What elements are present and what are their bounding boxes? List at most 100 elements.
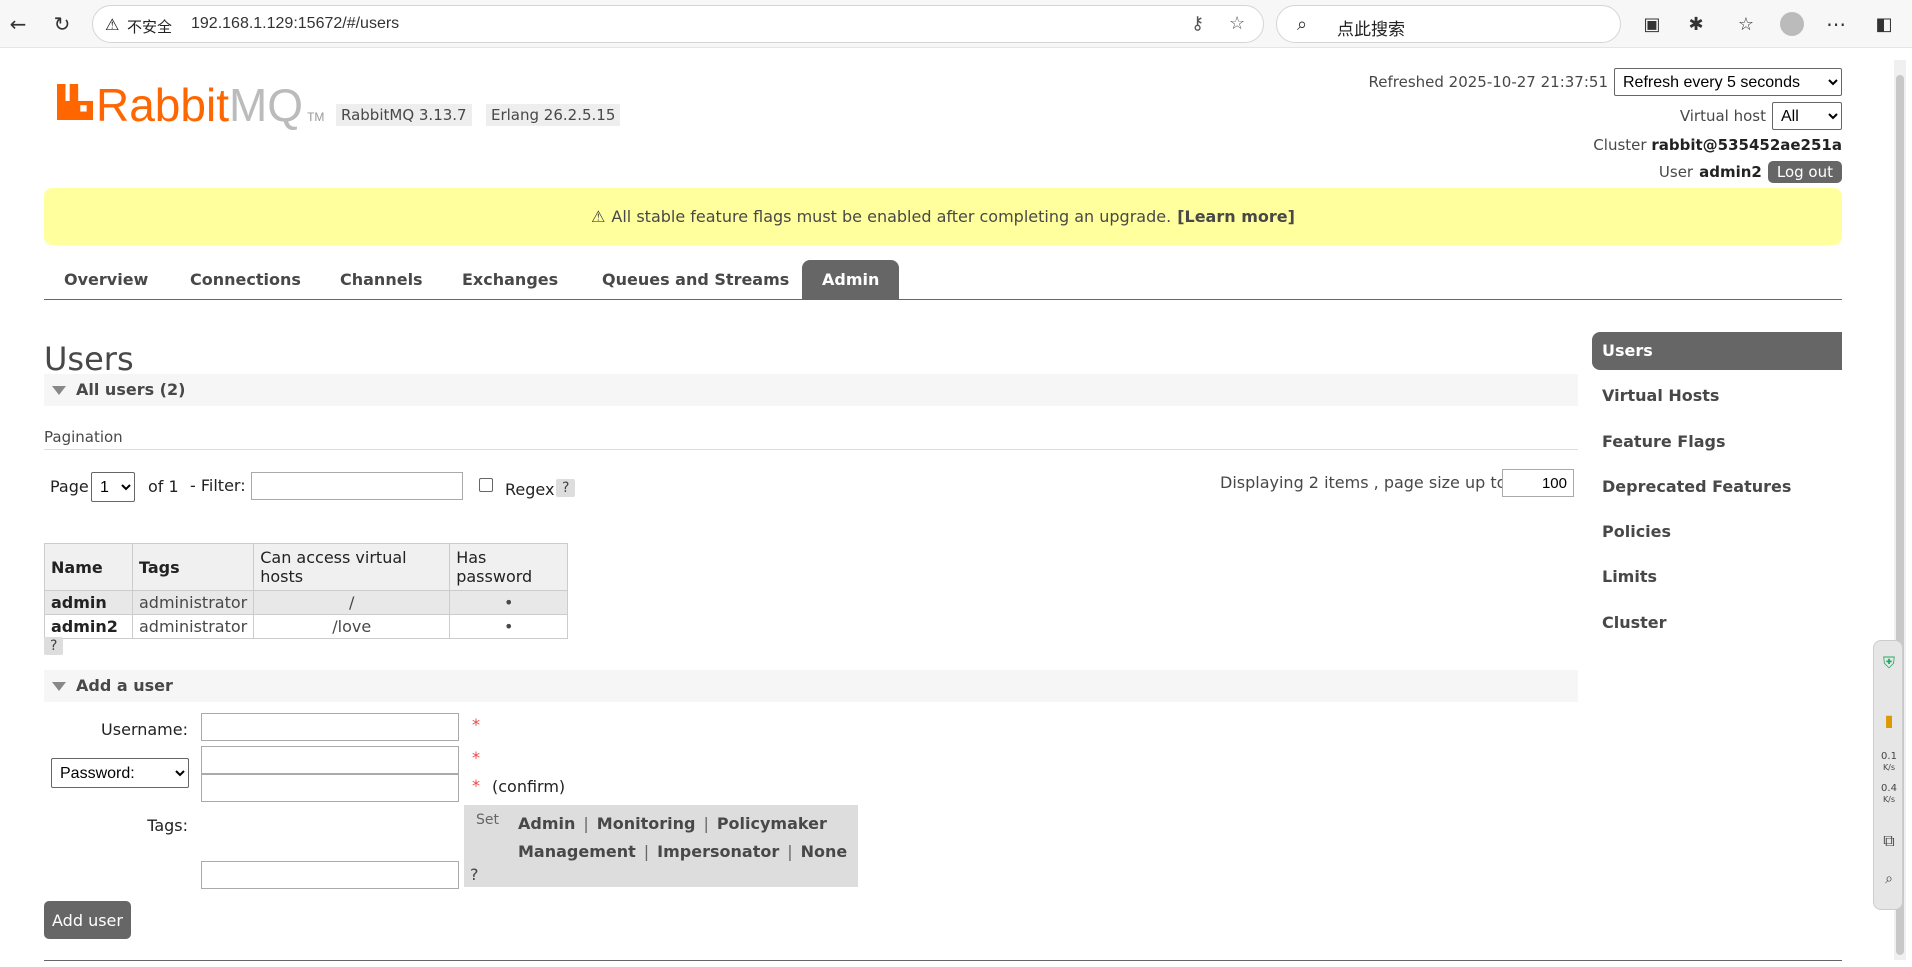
confirm-required-marker: * (472, 776, 480, 795)
footer-divider (44, 960, 1842, 961)
tag-policymaker-link[interactable]: Policymaker (717, 814, 827, 833)
tag-management-link[interactable]: Management (518, 842, 636, 861)
logo-tm-text: TM (307, 110, 325, 124)
sidebar-item-deprecated-features[interactable]: Deprecated Features (1592, 468, 1842, 506)
regex-checkbox[interactable] (479, 478, 493, 492)
col-name[interactable]: Name (44, 543, 133, 591)
key-icon[interactable]: ⚷ (1191, 13, 1204, 34)
cluster-value: rabbit@535452ae251a (1651, 136, 1842, 154)
download-unit: K/s (1882, 795, 1896, 804)
favorite-star-icon[interactable]: ☆ (1229, 13, 1245, 34)
sidebar-toggle-icon[interactable]: ◧ (1868, 8, 1900, 40)
vhost-label: Virtual host (1679, 107, 1766, 125)
rabbitmq-version-badge: RabbitMQ 3.13.7 (336, 104, 472, 126)
col-tags[interactable]: Tags (131, 543, 255, 591)
tag-none-link[interactable]: None (801, 842, 848, 861)
tags-label: Tags: (147, 816, 188, 835)
separator: | (703, 814, 709, 833)
main-tabs: Overview Connections Channels Exchanges … (44, 260, 1842, 300)
page-size-input[interactable] (1502, 469, 1574, 497)
reload-icon[interactable]: ↻ (46, 8, 78, 40)
user-name-link[interactable]: admin (44, 590, 133, 615)
sidebar-item-policies[interactable]: Policies (1592, 513, 1842, 551)
table-row[interactable]: admin administrator / • (44, 590, 569, 615)
pagination-divider (44, 449, 1578, 450)
insecure-label[interactable]: 不安全 (127, 16, 172, 37)
rabbitmq-logo: RabbitMQ TM (96, 78, 324, 132)
col-can-access-vhosts[interactable]: Can access virtual hosts (253, 543, 451, 591)
tag-monitoring-link[interactable]: Monitoring (597, 814, 696, 833)
network-speed-widget[interactable]: ⛨ ▮ 0.1 K/s 0.4 K/s ⧉ ⌕ (1873, 640, 1903, 910)
password-confirm-input[interactable] (201, 774, 459, 802)
learn-more-link[interactable]: [Learn more] (1177, 207, 1295, 226)
confirm-label: (confirm) (492, 777, 566, 796)
shield-icon: ⛨ (1882, 653, 1895, 672)
logout-button[interactable]: Log out (1767, 161, 1842, 183)
page-of-label: of 1 (148, 477, 179, 496)
regex-label: Regex (505, 480, 555, 499)
separator: | (643, 842, 650, 861)
tags-help-button[interactable]: ? (470, 865, 479, 884)
zoom-icon[interactable]: ⌕ (1874, 871, 1904, 887)
add-user-section-header[interactable]: Add a user (44, 670, 1578, 702)
browser-search[interactable]: ⌕ 点此搜索 (1276, 5, 1621, 43)
upload-speed: 0.1 (1881, 751, 1897, 762)
tags-input[interactable] (201, 861, 459, 889)
all-users-section-header[interactable]: All users (2) (44, 374, 1578, 406)
password-type-select[interactable]: Password: (51, 758, 189, 788)
back-icon[interactable]: ← (2, 8, 34, 40)
sidebar-item-users[interactable]: Users (1592, 332, 1842, 370)
add-user-label: Add a user (76, 676, 173, 695)
vhost-select[interactable]: All (1772, 102, 1842, 130)
url-text[interactable]: 192.168.1.129:15672/#/users (191, 15, 399, 33)
erlang-version-badge: Erlang 26.2.5.15 (486, 104, 621, 126)
warning-icon: ⚠ (105, 17, 120, 34)
user-name-link[interactable]: admin2 (44, 614, 133, 639)
tab-connections[interactable]: Connections (170, 260, 321, 300)
refreshed-label: Refreshed 2025-10-27 21:37:51 (1368, 73, 1608, 91)
sidebar-item-virtual-hosts[interactable]: Virtual Hosts (1592, 377, 1842, 415)
table-row[interactable]: admin2 administrator /love • (44, 614, 569, 639)
logo-rabbit-text: Rabbit (96, 79, 229, 131)
tab-overview[interactable]: Overview (44, 260, 168, 300)
download-speed: 0.4 (1881, 783, 1897, 794)
profile-avatar-icon[interactable] (1776, 8, 1808, 40)
user-tags: administrator (131, 590, 255, 615)
crop-icon[interactable]: ⧉ (1874, 831, 1904, 851)
browser-toolbar: ← ↻ ⚠ 不安全 192.168.1.129:15672/#/users ⚷ … (0, 0, 1912, 48)
sidebar-item-feature-flags[interactable]: Feature Flags (1592, 423, 1842, 461)
tab-channels[interactable]: Channels (320, 260, 443, 300)
address-bar[interactable]: ⚠ 不安全 192.168.1.129:15672/#/users ⚷ ☆ (92, 5, 1264, 43)
cluster-label: Cluster (1593, 136, 1647, 154)
tab-actions-icon[interactable]: ▣ (1636, 8, 1668, 40)
tag-impersonator-link[interactable]: Impersonator (657, 842, 779, 861)
sidebar-item-cluster[interactable]: Cluster (1592, 604, 1842, 642)
regex-help-button[interactable]: ? (556, 479, 576, 497)
user-tags: administrator (131, 614, 255, 639)
filter-input[interactable] (251, 472, 463, 500)
page-select[interactable]: 1 (91, 472, 135, 502)
extensions-icon[interactable]: ✱ (1680, 8, 1712, 40)
rabbitmq-logo-icon (57, 84, 93, 120)
refresh-row: Refreshed 2025-10-27 21:37:51 Refresh ev… (1369, 68, 1842, 96)
all-users-label: All users (2) (76, 380, 186, 399)
refresh-interval-select[interactable]: Refresh every 5 seconds (1614, 68, 1842, 96)
page-label: Page (50, 477, 89, 496)
table-help-button[interactable]: ? (44, 637, 64, 655)
more-menu-icon[interactable]: ⋯ (1820, 8, 1852, 40)
favorites-icon[interactable]: ☆ (1730, 8, 1762, 40)
add-user-button[interactable]: Add user (44, 901, 131, 939)
tab-queues-and-streams[interactable]: Queues and Streams (582, 260, 809, 300)
tag-admin-link[interactable]: Admin (518, 814, 575, 833)
username-input[interactable] (201, 713, 459, 741)
user-has-password: • (449, 614, 569, 639)
page-title: Users (44, 340, 134, 378)
displaying-label: Displaying 2 items , page size up to: (1220, 473, 1512, 492)
tab-admin[interactable]: Admin (802, 260, 900, 300)
col-has-password[interactable]: Has password (449, 543, 569, 591)
password-input[interactable] (201, 746, 459, 774)
user-has-password: • (449, 590, 569, 615)
filter-label: - Filter: (190, 476, 246, 495)
tab-exchanges[interactable]: Exchanges (442, 260, 578, 300)
sidebar-item-limits[interactable]: Limits (1592, 558, 1842, 596)
